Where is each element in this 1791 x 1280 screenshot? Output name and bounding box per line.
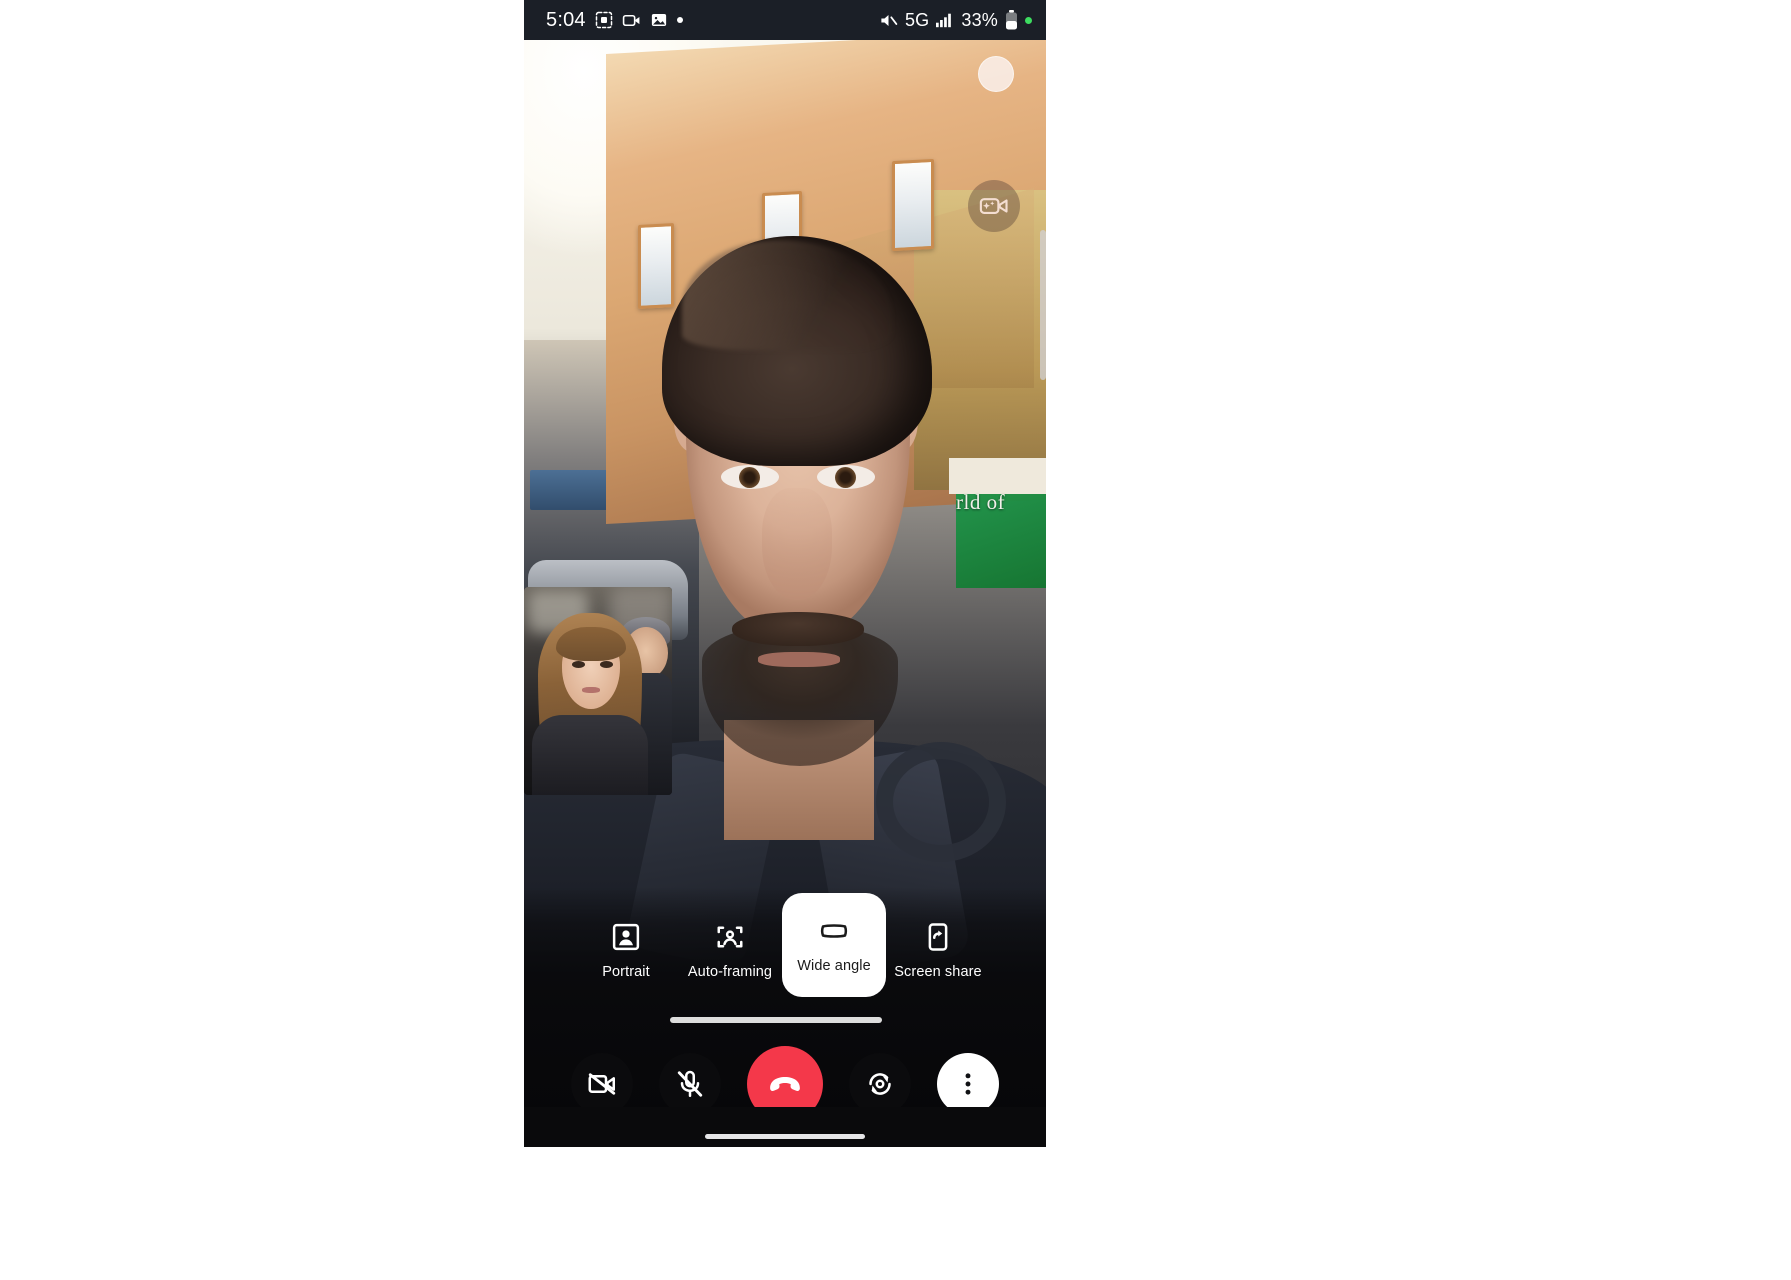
self-view-mouth (582, 687, 600, 693)
clock: 5:04 (546, 8, 586, 31)
toggle-camera-button[interactable] (571, 1053, 633, 1115)
effects-carousel[interactable]: Portrait Auto-framing Wide angle Screen … (524, 893, 1046, 1015)
network-type: 5G (904, 9, 930, 30)
effect-label: Screen share (894, 963, 982, 980)
image-icon (650, 11, 668, 29)
effect-portrait[interactable]: Portrait (574, 893, 678, 1009)
iris-right (835, 467, 856, 488)
screenshot-icon (595, 11, 613, 29)
mic-off-icon (677, 1070, 703, 1097)
more-vertical-icon (965, 1073, 971, 1095)
self-view-bangs (556, 627, 626, 661)
status-bar-right: 5G 33% (879, 10, 1032, 31)
status-bar-left: 5:04 (546, 9, 683, 32)
autoframe-icon (715, 922, 745, 952)
effect-label: Auto-framing (687, 963, 773, 980)
nose (762, 488, 832, 600)
status-bar: 5:04 5G 33% (524, 0, 1046, 40)
effect-screen-share[interactable]: Screen share (886, 893, 990, 1009)
toggle-mic-button[interactable] (659, 1053, 721, 1115)
more-options-button[interactable] (937, 1053, 999, 1115)
signal-bars-icon (936, 12, 954, 28)
video-effects-button[interactable] (968, 180, 1020, 232)
green-dot-icon (1025, 16, 1032, 24)
self-view-eye-right (600, 661, 613, 668)
screenshot-canvas: 5:04 5G 33% rld of Portrait Auto-framing… (0, 0, 1791, 1280)
effect-label: Portrait (602, 963, 650, 980)
battery-icon (1005, 10, 1018, 30)
self-view-thumbnail[interactable] (524, 587, 672, 795)
volume-muted-icon (879, 11, 898, 30)
self-view-body (532, 715, 648, 795)
effect-wide-angle[interactable]: Wide angle (782, 893, 886, 997)
eye-right (817, 465, 875, 489)
phone-screen: 5:04 5G 33% rld of Portrait Auto-framing… (524, 0, 1046, 1147)
effects-carousel-scrollbar[interactable] (670, 1017, 882, 1023)
video-recorder-icon (622, 11, 641, 30)
headphones (876, 742, 1006, 862)
mustache (732, 612, 864, 646)
effect-autoframing[interactable]: Auto-framing (678, 893, 782, 1009)
wide-angle-icon (819, 916, 849, 946)
remote-video-stage[interactable]: rld of Portrait Auto-framing Wide angle … (524, 40, 1046, 1147)
mouth (758, 652, 840, 667)
eye-left (721, 465, 779, 489)
iris-left (739, 467, 760, 488)
flip-camera-button[interactable] (849, 1053, 911, 1115)
dot-indicator-icon (676, 17, 683, 23)
gesture-home-bar[interactable] (705, 1134, 865, 1139)
camera-shutter-circle-button[interactable] (978, 56, 1014, 92)
flip-camera-icon (869, 1073, 891, 1095)
video-off-icon (588, 1073, 616, 1095)
end-call-icon (770, 1077, 800, 1092)
system-navigation-strip (524, 1107, 1046, 1147)
screen-share-icon (923, 922, 953, 952)
battery-percent: 33% (961, 9, 998, 30)
self-view-eye-left (572, 661, 585, 668)
video-effects-icon (979, 198, 1008, 214)
stage-edge-scroll-indicator[interactable] (1040, 230, 1046, 380)
portrait-icon (611, 922, 641, 952)
effect-label: Wide angle (797, 957, 871, 974)
